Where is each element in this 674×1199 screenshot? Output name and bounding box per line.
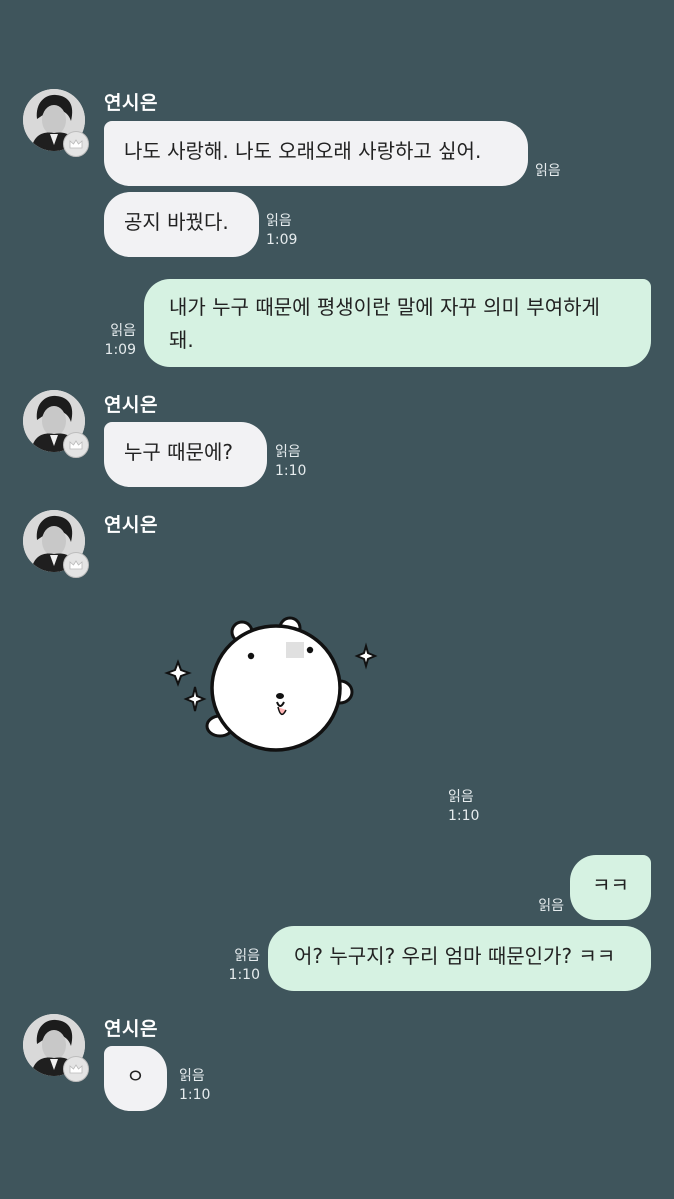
message-text: 공지 바꿨다. — [124, 210, 229, 234]
read-receipt: 읽음 — [535, 162, 561, 181]
message-bubble-outgoing[interactable]: 내가 누구 때문에 평생이란 말에 자꾸 의미 부여하게 돼. — [144, 279, 651, 367]
message-bubble-incoming[interactable]: ㅇ — [104, 1046, 167, 1111]
message-meta: 읽음 1:09 — [266, 212, 297, 250]
read-label: 읽음 — [234, 948, 260, 964]
message-bubble-outgoing[interactable]: ㅋㅋ — [570, 855, 651, 920]
message-time: 1:10 — [228, 967, 260, 983]
read-label: 읽음 — [275, 444, 301, 460]
sender-name: 연시은 — [104, 92, 158, 114]
message-time: 1:09 — [104, 342, 136, 358]
message-meta: 읽음 1:10 — [448, 788, 479, 826]
message-time: 1:09 — [266, 232, 298, 248]
crown-icon — [63, 552, 89, 578]
sparkle-icon — [354, 642, 378, 670]
message-text: 어? 누구지? 우리 엄마 때문인가? ㅋㅋ — [294, 944, 616, 968]
read-label: 읽음 — [538, 898, 564, 914]
sparkle-icon — [164, 659, 192, 687]
message-meta: 읽음 1:10 — [179, 1067, 210, 1105]
message-time: 1:10 — [275, 463, 307, 479]
crown-icon — [63, 1056, 89, 1082]
white-bear-sticker[interactable] — [160, 610, 390, 760]
message-meta: 읽음 1:10 — [220, 947, 260, 985]
message-bubble-incoming[interactable]: 공지 바꿨다. — [104, 192, 259, 257]
message-text: 누구 때문에? — [124, 440, 233, 464]
read-label: 읽음 — [448, 789, 474, 805]
read-label: 읽음 — [535, 163, 561, 179]
read-label: 읽음 — [110, 323, 136, 339]
read-label: 읽음 — [179, 1068, 205, 1084]
message-bubble-incoming[interactable]: 누구 때문에? — [104, 422, 267, 487]
message-text: ㅋㅋ — [592, 873, 629, 897]
crown-icon — [63, 432, 89, 458]
sender-name: 연시은 — [104, 394, 158, 416]
crown-icon — [63, 131, 89, 157]
sender-name: 연시은 — [104, 514, 158, 536]
message-bubble-incoming[interactable]: 나도 사랑해. 나도 오래오래 사랑하고 싶어. — [104, 121, 528, 186]
read-label: 읽음 — [266, 213, 292, 229]
message-text: ㅇ — [126, 1064, 145, 1088]
message-bubble-outgoing[interactable]: 어? 누구지? 우리 엄마 때문인가? ㅋㅋ — [268, 926, 651, 991]
message-text: 나도 사랑해. 나도 오래오래 사랑하고 싶어. — [124, 139, 482, 163]
sender-name: 연시은 — [104, 1018, 158, 1040]
message-time: 1:10 — [448, 808, 480, 824]
message-text: 내가 누구 때문에 평생이란 말에 자꾸 의미 부여하게 돼. — [169, 295, 600, 352]
message-meta: 읽음 1:09 — [96, 322, 136, 360]
message-time: 1:10 — [179, 1087, 211, 1103]
sparkle-icon — [183, 686, 207, 712]
message-meta: 읽음 1:10 — [275, 443, 306, 481]
read-receipt: 읽음 — [520, 897, 564, 916]
